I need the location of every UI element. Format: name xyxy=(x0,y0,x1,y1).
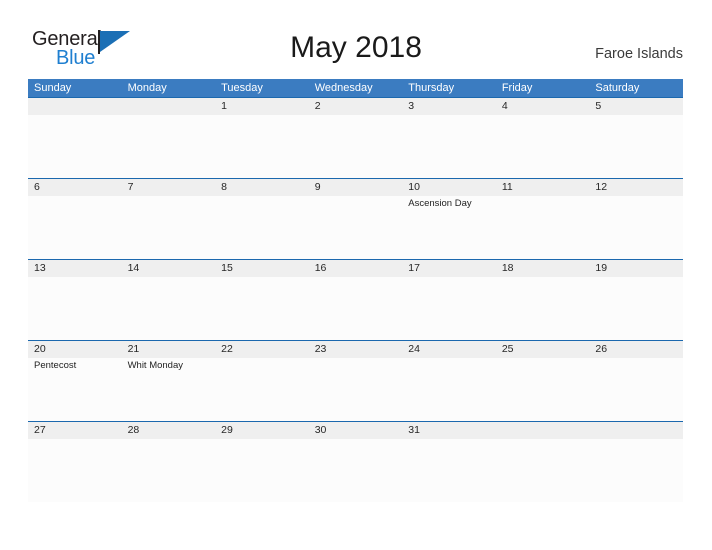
calendar-week-row: 6 7 8 9 10 11 12 Ascension Day xyxy=(28,178,683,259)
calendar-grid: Sunday Monday Tuesday Wednesday Thursday… xyxy=(28,79,683,502)
day-header-tuesday: Tuesday xyxy=(221,82,263,94)
date-number[interactable]: 5 xyxy=(589,98,683,115)
day-event[interactable] xyxy=(309,196,403,259)
day-event[interactable] xyxy=(122,196,216,259)
day-event[interactable]: Pentecost xyxy=(28,358,122,421)
day-header-monday: Monday xyxy=(127,82,167,94)
date-number[interactable]: 4 xyxy=(496,98,590,115)
date-number[interactable]: 6 xyxy=(28,179,122,196)
day-event[interactable] xyxy=(309,358,403,421)
day-event[interactable] xyxy=(402,277,496,340)
day-event[interactable] xyxy=(589,358,683,421)
day-event[interactable] xyxy=(589,196,683,259)
day-header-thursday: Thursday xyxy=(408,82,455,94)
calendar-week-row: 13 14 15 16 17 18 19 xyxy=(28,259,683,340)
day-header-wednesday: Wednesday xyxy=(314,82,373,94)
date-number[interactable]: 11 xyxy=(496,179,590,196)
calendar-week-row: 27 28 29 30 31 xyxy=(28,421,683,502)
date-number[interactable]: 17 xyxy=(402,260,496,277)
date-number[interactable]: 19 xyxy=(589,260,683,277)
day-event[interactable] xyxy=(589,439,683,502)
date-number[interactable]: 21 xyxy=(122,341,216,358)
day-event[interactable] xyxy=(28,115,122,178)
calendar-page: General Blue May 2018 Faroe Islands Sund… xyxy=(0,0,712,550)
day-header-friday: Friday xyxy=(501,82,533,94)
week-event-body xyxy=(28,277,683,340)
date-number[interactable]: 27 xyxy=(28,422,122,439)
date-number[interactable]: 3 xyxy=(402,98,496,115)
week-date-band: 6 7 8 9 10 11 12 xyxy=(28,179,683,196)
day-event[interactable] xyxy=(122,115,216,178)
day-header-saturday: Saturday xyxy=(595,82,640,94)
week-date-band: 13 14 15 16 17 18 19 xyxy=(28,260,683,277)
date-number[interactable] xyxy=(28,98,122,115)
date-number[interactable]: 7 xyxy=(122,179,216,196)
date-number[interactable]: 30 xyxy=(309,422,403,439)
locale-label: Faroe Islands xyxy=(595,46,683,62)
day-event[interactable] xyxy=(496,277,590,340)
date-number[interactable]: 2 xyxy=(309,98,403,115)
date-number[interactable]: 15 xyxy=(215,260,309,277)
date-number[interactable]: 10 xyxy=(402,179,496,196)
date-number[interactable]: 25 xyxy=(496,341,590,358)
day-event[interactable] xyxy=(215,115,309,178)
date-number[interactable]: 13 xyxy=(28,260,122,277)
day-event[interactable] xyxy=(589,115,683,178)
day-event[interactable] xyxy=(215,196,309,259)
week-date-band: 27 28 29 30 31 xyxy=(28,422,683,439)
day-event[interactable] xyxy=(402,115,496,178)
day-event[interactable] xyxy=(402,358,496,421)
calendar-week-row: 20 21 22 23 24 25 26 Pentecost Whit Mond… xyxy=(28,340,683,421)
day-event[interactable] xyxy=(28,196,122,259)
day-header-sunday: Sunday xyxy=(34,82,72,94)
day-event[interactable] xyxy=(122,439,216,502)
day-event[interactable] xyxy=(28,277,122,340)
date-number[interactable]: 18 xyxy=(496,260,590,277)
date-number[interactable]: 29 xyxy=(215,422,309,439)
calendar-week-row: 1 2 3 4 5 xyxy=(28,97,683,178)
date-number[interactable]: 8 xyxy=(215,179,309,196)
day-of-week-header-row: Sunday Monday Tuesday Wednesday Thursday… xyxy=(28,79,683,97)
day-event[interactable]: Ascension Day xyxy=(402,196,496,259)
week-event-body: Ascension Day xyxy=(28,196,683,259)
date-number[interactable]: 20 xyxy=(28,341,122,358)
day-event[interactable] xyxy=(496,358,590,421)
day-event[interactable] xyxy=(28,439,122,502)
date-number[interactable]: 31 xyxy=(402,422,496,439)
day-event[interactable] xyxy=(215,358,309,421)
page-header: General Blue May 2018 Faroe Islands xyxy=(0,0,712,79)
date-number[interactable] xyxy=(589,422,683,439)
day-event[interactable] xyxy=(402,439,496,502)
week-event-body xyxy=(28,115,683,178)
day-event[interactable] xyxy=(496,439,590,502)
date-number[interactable]: 1 xyxy=(215,98,309,115)
date-number[interactable]: 24 xyxy=(402,341,496,358)
day-event[interactable]: Whit Monday xyxy=(122,358,216,421)
week-date-band: 1 2 3 4 5 xyxy=(28,98,683,115)
date-number[interactable]: 23 xyxy=(309,341,403,358)
date-number[interactable]: 12 xyxy=(589,179,683,196)
day-event[interactable] xyxy=(309,439,403,502)
date-number[interactable]: 26 xyxy=(589,341,683,358)
date-number[interactable] xyxy=(122,98,216,115)
date-number[interactable]: 28 xyxy=(122,422,216,439)
day-event[interactable] xyxy=(309,277,403,340)
week-date-band: 20 21 22 23 24 25 26 xyxy=(28,341,683,358)
day-event[interactable] xyxy=(122,277,216,340)
week-event-body: Pentecost Whit Monday xyxy=(28,358,683,421)
day-event[interactable] xyxy=(309,115,403,178)
day-event[interactable] xyxy=(215,439,309,502)
day-event[interactable] xyxy=(496,196,590,259)
date-number[interactable]: 22 xyxy=(215,341,309,358)
date-number[interactable]: 9 xyxy=(309,179,403,196)
day-event[interactable] xyxy=(589,277,683,340)
week-event-body xyxy=(28,439,683,502)
day-event[interactable] xyxy=(215,277,309,340)
date-number[interactable]: 16 xyxy=(309,260,403,277)
date-number[interactable] xyxy=(496,422,590,439)
date-number[interactable]: 14 xyxy=(122,260,216,277)
day-event[interactable] xyxy=(496,115,590,178)
